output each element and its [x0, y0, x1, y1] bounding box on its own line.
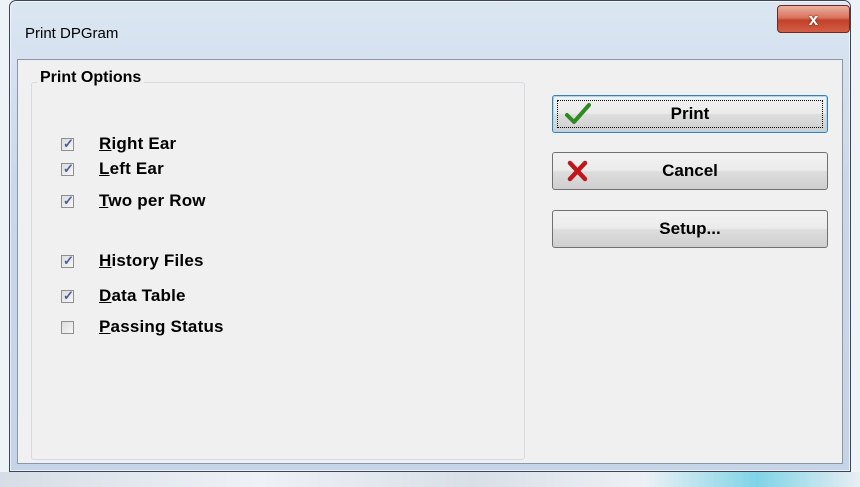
cancel-button[interactable]: Cancel: [552, 152, 828, 190]
dialog-client-area: Print Options ✓ Right Ear ✓ Left Ear ✓ T…: [17, 59, 843, 464]
option-label: Passing Status: [99, 317, 224, 336]
option-label: Data Table: [99, 286, 186, 305]
option-history-files[interactable]: ✓ History Files: [61, 250, 204, 272]
option-data-table[interactable]: ✓ Data Table: [61, 285, 186, 307]
option-label: Two per Row: [99, 191, 206, 210]
setup-label: Setup...: [659, 219, 721, 238]
close-icon: x: [808, 9, 819, 29]
right-ear-checkbox[interactable]: ✓: [61, 135, 74, 151]
data-table-checkbox[interactable]: ✓: [61, 287, 74, 303]
checkmark-icon: ✓: [63, 135, 74, 151]
group-title: Print Options: [37, 69, 145, 87]
option-label: History Files: [99, 251, 204, 270]
checkmark-icon: ✓: [63, 160, 74, 176]
history-files-checkbox[interactable]: ✓: [61, 252, 74, 268]
print-dpgram-dialog: Print DPGram x Print Options ✓ Right Ear…: [9, 0, 851, 472]
window-title: Print DPGram: [25, 25, 119, 42]
option-two-per-row[interactable]: ✓ Two per Row: [61, 190, 206, 212]
option-label: Right Ear: [99, 134, 177, 153]
option-label: Left Ear: [99, 159, 164, 178]
checkmark-icon: [565, 103, 591, 124]
option-right-ear[interactable]: ✓ Right Ear: [61, 133, 176, 155]
close-button[interactable]: x: [777, 5, 850, 33]
option-left-ear[interactable]: ✓ Left Ear: [61, 158, 164, 180]
checkmark-icon: ✓: [63, 192, 74, 208]
focus-indicator: [557, 100, 823, 128]
two-per-row-checkbox[interactable]: ✓: [61, 192, 74, 208]
print-button[interactable]: Print: [552, 95, 828, 133]
setup-button[interactable]: Setup...: [552, 210, 828, 248]
checkmark-icon: ✓: [63, 252, 74, 268]
checkmark-icon: ✓: [63, 287, 74, 303]
option-passing-status[interactable]: Passing Status: [61, 316, 224, 338]
passing-status-checkbox[interactable]: [61, 320, 74, 334]
left-ear-checkbox[interactable]: ✓: [61, 160, 74, 176]
desktop-background: [0, 472, 860, 487]
title-bar[interactable]: Print DPGram x: [10, 1, 850, 49]
cancel-label: Cancel: [662, 161, 718, 180]
x-mark-icon: [567, 160, 588, 182]
